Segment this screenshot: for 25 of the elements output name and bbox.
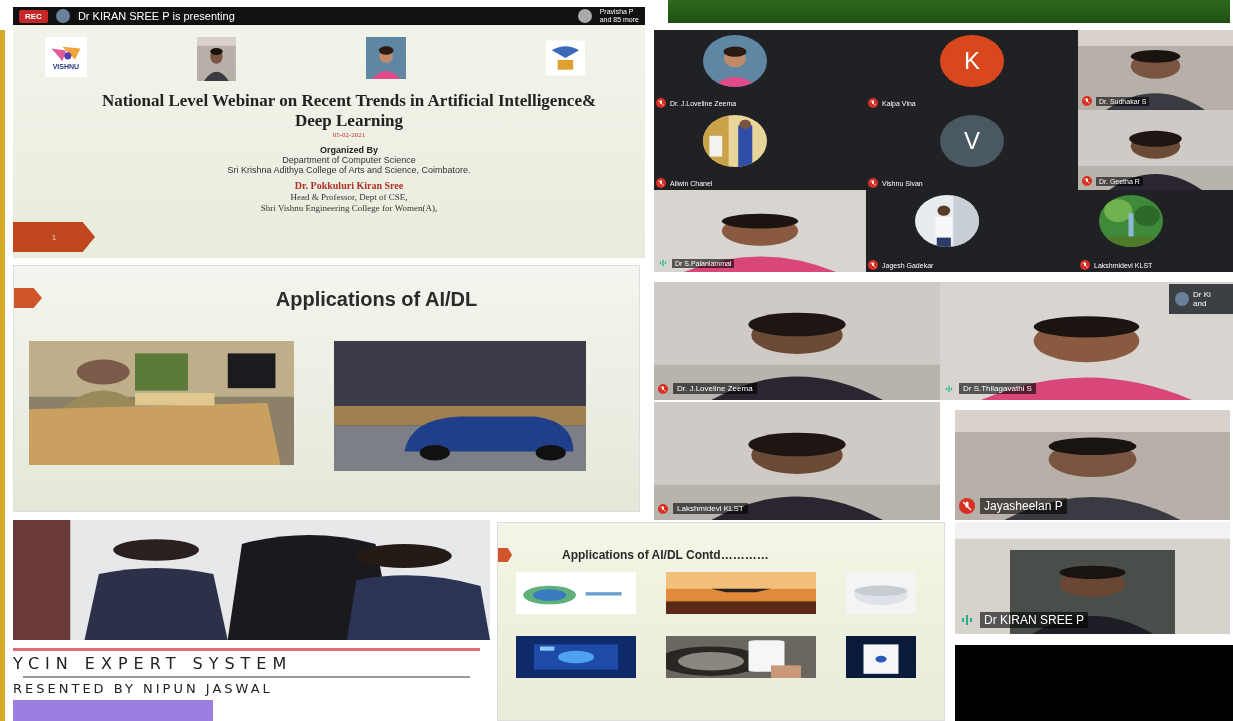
participant-name: Dr S.Thilagavathi S xyxy=(959,383,1036,394)
slide-text: Shri Vishnu Engineering College for Women(A), xyxy=(260,203,438,213)
self-view-label: and xyxy=(1193,299,1208,308)
slide-title: Applications of AI/DL xyxy=(274,288,479,311)
slide-text: Organized By xyxy=(320,145,378,155)
byline: RESENTED BY NIPUN JASWAL xyxy=(13,681,274,696)
avatar-icon xyxy=(1175,292,1189,306)
slide-title: Applications of AI/DL Contd………… xyxy=(562,548,769,562)
avatar-icon xyxy=(577,9,592,23)
recording-badge: REC xyxy=(19,9,48,23)
avatar-icon xyxy=(55,9,70,23)
participant-name: Dr. J.Loveline Zeema xyxy=(673,383,757,394)
slide-title: National Level Webinar on Recent Trends in Artificial Intelligence& Deep Learning xyxy=(100,91,598,131)
slide-text: Sri Krishna Adithya College of Arts and Science, Coimbatore. xyxy=(227,165,471,175)
headline: YCIN EXPERT SYSTEM xyxy=(13,654,294,673)
slide-text: Head & Professor, Dept of CSE, xyxy=(290,192,408,202)
participant-name: Dr KIRAN SREE P xyxy=(980,612,1089,628)
presenting-label: Dr KIRAN SREE P is presenting xyxy=(77,10,235,22)
self-view-label: Dr Ki xyxy=(1193,290,1211,299)
speaker-name: Dr. Pokkuluri Kiran Sree xyxy=(294,180,404,191)
avatar-letter: V xyxy=(940,115,1004,167)
slide-text: Department of Computer Science xyxy=(282,155,416,165)
avatar-letter: K xyxy=(940,35,1004,87)
participant-name: Jayasheelan P xyxy=(980,498,1067,514)
participant-name: Lakshmidevi KLST xyxy=(673,503,748,514)
